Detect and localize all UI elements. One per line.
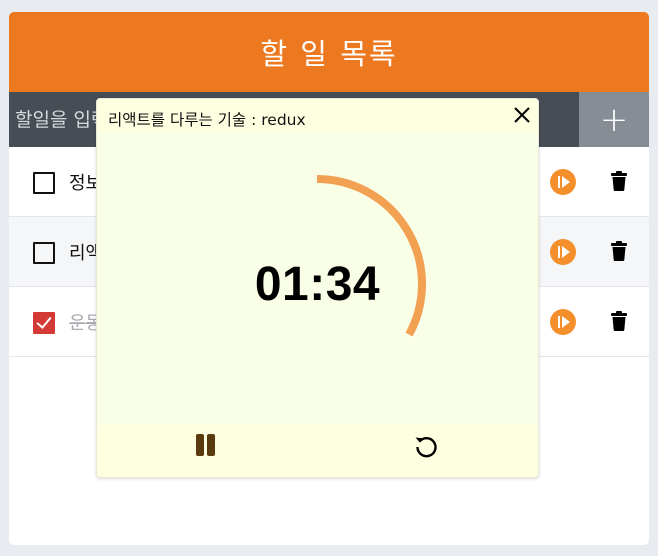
play-circle-icon[interactable] [550,169,576,195]
checkbox-checked-icon[interactable] [33,312,55,334]
trash-icon[interactable] [611,311,627,331]
checkbox-icon[interactable] [33,242,55,264]
add-button[interactable]: + [579,92,649,147]
checkbox-icon[interactable] [33,172,55,194]
play-circle-icon[interactable] [550,309,576,335]
app-title: 할 일 목록 [9,12,649,92]
timer-controls [97,425,538,477]
timer-task-title: 리액트를 다루는 기술 : redux [97,99,538,133]
timer-popup: 리액트를 다루는 기술 : redux 01:34 [96,98,539,478]
pause-icon[interactable] [195,434,219,460]
trash-icon[interactable] [611,171,627,191]
close-icon[interactable] [512,105,532,125]
timer-display: 01:34 [254,258,381,311]
trash-icon[interactable] [611,241,627,261]
reset-icon[interactable] [413,433,439,459]
play-circle-icon[interactable] [550,239,576,265]
